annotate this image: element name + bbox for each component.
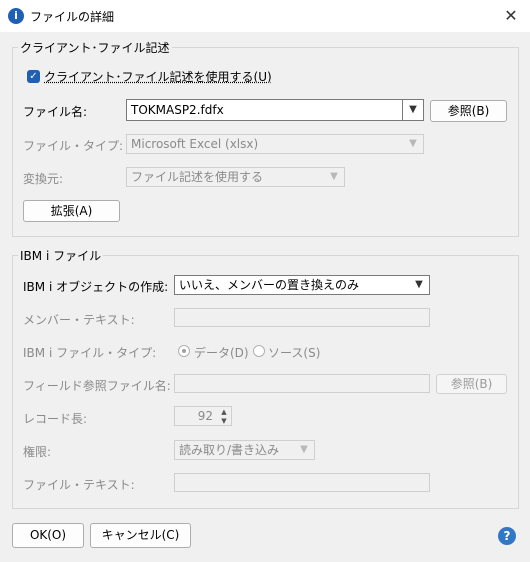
window-title: ファイルの詳細 [30,10,115,24]
record-length-value: 92 [197,409,213,423]
field-ref-input[interactable] [174,374,430,393]
radio-source-label[interactable]: ソース(S) [268,344,320,361]
ok-button[interactable]: OK(O) [12,523,84,548]
browse-button[interactable]: 参照(B) [430,100,507,122]
create-object-label: IBM i オブジェクトの作成: [23,280,169,294]
filetype-combobox[interactable]: Microsoft Excel (xlsx) ▼ [126,134,424,154]
filetype-label: ファイル・タイプ: [23,139,124,153]
radio-source[interactable] [253,345,265,357]
close-icon[interactable]: ✕ [498,4,524,28]
chevron-down-icon: ▼ [330,171,338,182]
extend-button[interactable]: 拡張(A) [23,200,120,222]
file-text-input[interactable] [174,473,430,492]
help-icon[interactable]: ? [498,527,516,545]
create-object-combobox[interactable]: いいえ、メンバーの置き換えのみ ▼ [174,275,430,295]
member-text-label: メンバー・テキスト: [23,313,135,327]
authority-value: 読み取り/書き込み [179,443,280,457]
chevron-down-icon: ▼ [409,138,417,149]
record-length-label: レコード長: [23,412,88,426]
spin-down-icon[interactable]: ▼ [217,416,231,426]
title-bar: i ファイルの詳細 ✕ [0,0,530,32]
radio-data-label[interactable]: データ(D) [194,344,249,361]
chevron-down-icon: ▼ [300,444,308,455]
authority-combobox[interactable]: 読み取り/書き込み ▼ [174,440,315,460]
convert-combobox[interactable]: ファイル記述を使用する ▼ [126,167,345,187]
filetype-value: Microsoft Excel (xlsx) [131,137,259,151]
file-text-label: ファイル・テキスト: [23,478,135,492]
use-client-desc-checkbox[interactable]: ✓ [27,70,40,83]
chevron-down-icon[interactable]: ▼ [403,100,423,120]
chevron-down-icon[interactable]: ▼ [409,276,429,294]
member-text-input[interactable] [174,308,430,327]
filename-label: ファイル名: [23,105,88,119]
ibmi-file-type-label: IBM i ファイル・タイプ: [23,346,157,360]
radio-data[interactable] [178,345,190,357]
ibmi-file-group-title: IBM i ファイル [18,247,104,264]
convert-value: ファイル記述を使用する [131,170,264,184]
app-info-icon: i [8,8,24,24]
filename-value: TOKMASP2.fdfx [131,103,224,117]
convert-label: 変換元: [23,172,64,186]
use-client-desc-label[interactable]: クライアント･ファイル記述を使用する(U) [44,68,272,85]
authority-label: 権限: [23,445,52,459]
cancel-button[interactable]: キャンセル(C) [90,523,191,548]
field-ref-browse-button[interactable]: 参照(B) [436,374,507,394]
field-ref-label: フィールド参照ファイル名: [23,379,171,393]
create-object-value: いいえ、メンバーの置き換えのみ [179,278,360,292]
filename-combobox[interactable]: TOKMASP2.fdfx ▼ [126,99,424,121]
client-file-group-title: クライアント･ファイル記述 [18,39,172,56]
record-length-spinner[interactable]: 92 ▲ ▼ [174,406,232,426]
